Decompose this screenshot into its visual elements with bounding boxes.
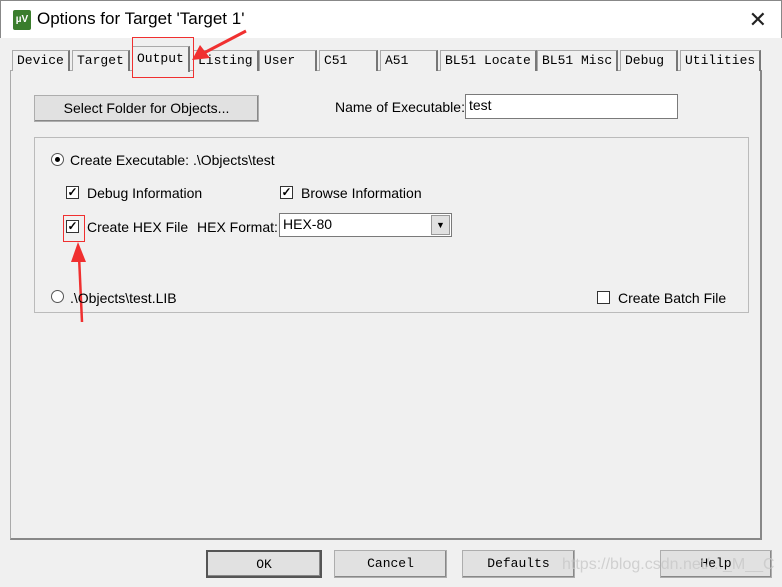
debug-information-label: Debug Information bbox=[87, 185, 203, 201]
tab-user[interactable]: User bbox=[259, 50, 317, 71]
defaults-button[interactable]: Defaults bbox=[462, 550, 575, 578]
select-folder-button[interactable]: Select Folder for Objects... bbox=[34, 95, 259, 122]
tab-target[interactable]: Target bbox=[72, 50, 130, 71]
tab-utilities[interactable]: Utilities bbox=[680, 50, 762, 71]
create-library-label: .\Objects\test.LIB bbox=[70, 290, 177, 306]
create-hex-file-label: Create HEX File bbox=[87, 219, 189, 235]
name-of-executable-label: Name of Executable: bbox=[335, 99, 465, 115]
keil-uvision-icon: µV bbox=[13, 10, 31, 30]
ok-button[interactable]: OK bbox=[206, 550, 322, 578]
tab-device[interactable]: Device bbox=[12, 50, 70, 71]
tab-debug[interactable]: Debug bbox=[620, 50, 678, 71]
annotation-arrow-icon bbox=[71, 242, 86, 323]
create-library-radio[interactable] bbox=[51, 290, 64, 303]
create-executable-radio[interactable] bbox=[51, 153, 64, 166]
tab-a51[interactable]: A51 bbox=[380, 50, 438, 71]
name-of-executable-input[interactable]: test bbox=[465, 94, 678, 119]
hex-format-label: HEX Format: bbox=[197, 219, 278, 235]
browse-information-label: Browse Information bbox=[301, 185, 422, 201]
close-icon[interactable]: ✕ bbox=[749, 7, 767, 33]
tab-c51[interactable]: C51 bbox=[319, 50, 378, 71]
debug-information-checkbox[interactable]: ✓ bbox=[66, 186, 79, 199]
window-title: Options for Target 'Target 1' bbox=[37, 9, 245, 28]
watermark: https://blog.csdn.net/..._M__C bbox=[562, 556, 775, 573]
hex-format-value: HEX-80 bbox=[283, 216, 333, 232]
annotation-box-output-tab bbox=[132, 37, 194, 78]
create-batch-file-checkbox[interactable] bbox=[597, 291, 610, 304]
cancel-button[interactable]: Cancel bbox=[334, 550, 447, 578]
create-batch-file-label: Create Batch File bbox=[618, 290, 727, 306]
annotation-arrow-icon bbox=[192, 29, 247, 60]
browse-information-checkbox[interactable]: ✓ bbox=[280, 186, 293, 199]
tab-bl51-misc[interactable]: BL51 Misc bbox=[537, 50, 619, 71]
annotation-box-hex-checkbox bbox=[63, 215, 85, 242]
title-bar: µV Options for Target 'Target 1' ✕ bbox=[0, 0, 782, 38]
tab-bl51-locate[interactable]: BL51 Locate bbox=[440, 50, 537, 71]
chevron-down-icon[interactable]: ▼ bbox=[431, 215, 450, 235]
hex-format-select[interactable]: HEX-80 ▼ bbox=[279, 213, 452, 237]
create-executable-label: Create Executable: .\Objects\test bbox=[70, 152, 275, 168]
